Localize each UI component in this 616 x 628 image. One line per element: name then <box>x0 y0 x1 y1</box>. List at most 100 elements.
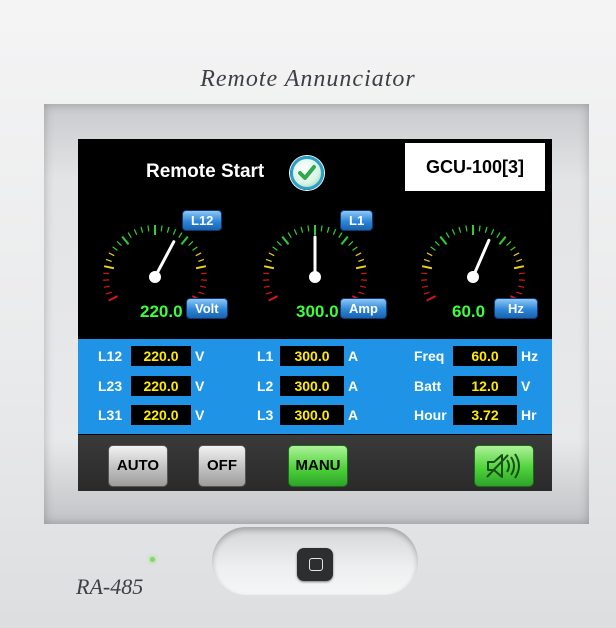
auto-button[interactable]: AUTO <box>108 445 168 487</box>
gauge-tick <box>272 246 278 251</box>
gauge-tick <box>307 225 310 232</box>
reading-value: 3.72 <box>453 405 517 425</box>
gauge-row: L12 220.0 Volt L1 300.0 Amp 60.0 Hz <box>78 207 552 325</box>
gauge-tick <box>513 265 525 270</box>
gauge-tick <box>263 265 275 270</box>
reading-label: L2 <box>257 378 274 394</box>
readings-panel: L12 220.0 V L23 220.0 V L31 220.0 V L1 3… <box>78 339 552 434</box>
gauge-tick <box>358 291 365 295</box>
reading-label: Hour <box>414 407 447 423</box>
gauge-tick <box>265 258 272 262</box>
reading-unit: Hz <box>521 348 539 364</box>
gauge-tick <box>517 285 525 288</box>
gauge-tick <box>195 265 207 270</box>
reading-label: L12 <box>98 348 123 364</box>
reading-label: L23 <box>98 378 123 394</box>
gauge-tick <box>496 232 501 238</box>
reading-unit: Hr <box>521 407 537 423</box>
gauge-tick <box>116 240 122 246</box>
gauge-hub <box>467 271 479 283</box>
controller-id-label: GCU-100[3] <box>405 143 545 191</box>
current-unit-button[interactable]: Amp <box>340 298 387 319</box>
gauge-tick <box>263 285 271 288</box>
gauge-tick <box>195 252 202 257</box>
gauge-tick <box>359 285 367 288</box>
home-button[interactable] <box>297 548 333 581</box>
gauge-tick <box>178 232 183 238</box>
gauge-tick <box>513 252 520 257</box>
reading-value: 220.0 <box>131 346 191 366</box>
gauge-tick <box>426 252 433 257</box>
gauge-tick <box>103 285 111 288</box>
gauge-tick <box>265 291 272 295</box>
frequency-unit-button[interactable]: Hz <box>494 298 538 319</box>
gauge-tick <box>199 285 207 288</box>
gauge-tick <box>276 240 282 246</box>
gauge-tick <box>498 235 507 245</box>
gauge-tick <box>108 252 115 257</box>
reading-unit: V <box>195 407 205 423</box>
gauge-tick <box>355 265 367 270</box>
gauge-tick <box>445 232 450 238</box>
display-screen: Remote Start GCU-100[3] L12 220.0 Volt L… <box>78 139 552 491</box>
gauge-tick <box>268 252 275 257</box>
gauge-tick <box>147 225 150 232</box>
gauge-needle <box>153 240 176 279</box>
gauge-tick <box>484 226 488 233</box>
gauge-tick <box>140 226 144 233</box>
gauge-tick <box>490 229 495 236</box>
gauge-tick <box>192 246 198 251</box>
reading-label: Batt <box>414 378 442 394</box>
voltage-gauge-value: 220.0 <box>140 302 183 321</box>
model-label: RA-485 <box>76 574 144 599</box>
power-led <box>150 557 155 562</box>
gauge-tick <box>320 225 323 232</box>
gauge-tick <box>423 291 430 295</box>
gauge-tick <box>340 235 349 245</box>
gauge-tick <box>355 252 362 257</box>
gauge-tick <box>478 225 481 232</box>
reading-label: Freq <box>414 348 445 364</box>
gauge-tick <box>188 240 194 246</box>
gauge-tick <box>516 258 523 262</box>
gauge-tick <box>121 235 130 245</box>
gauge-tick <box>172 229 177 236</box>
device-title: Remote Annunciator <box>200 66 416 92</box>
reading-unit: V <box>521 378 531 394</box>
gauge-tick <box>430 246 436 251</box>
gauge-hub <box>149 271 161 283</box>
gauge-tick <box>127 232 132 238</box>
gauge-tick <box>465 225 468 232</box>
gauge-tick <box>326 226 330 233</box>
mute-button[interactable] <box>474 445 534 487</box>
manu-button[interactable]: MANU <box>288 445 348 487</box>
gauge-tick <box>287 232 292 238</box>
reading-value: 220.0 <box>131 376 191 396</box>
reading-label: L31 <box>98 407 123 423</box>
current-gauge-value: 300.0 <box>296 302 339 321</box>
gauge-tick <box>108 295 119 302</box>
gauge-tick <box>103 265 115 270</box>
reading-unit: A <box>348 348 359 364</box>
gauge-tick <box>293 229 298 236</box>
check-icon <box>290 156 324 190</box>
gauge-tick <box>510 246 516 251</box>
off-button[interactable]: OFF <box>198 445 246 487</box>
gauge-hub <box>309 271 321 283</box>
reading-value: 220.0 <box>131 405 191 425</box>
speaker-mute-icon <box>486 453 520 479</box>
gauge-tick <box>133 229 138 236</box>
reading-label: L3 <box>257 407 274 423</box>
voltage-unit-button[interactable]: Volt <box>186 298 228 319</box>
reading-value: 60.0 <box>453 346 517 366</box>
gauge-tick <box>426 295 437 302</box>
reading-unit: V <box>195 378 205 394</box>
gauge-tick <box>300 226 304 233</box>
voltage-gauge-tag: L12 <box>182 210 223 231</box>
gauge-tick <box>160 225 163 232</box>
gauge-tick <box>434 240 440 246</box>
gauge-tick <box>352 246 358 251</box>
mode-button-bar: AUTO OFF MANU <box>78 435 552 491</box>
gauge-tick <box>338 232 343 238</box>
home-icon <box>309 558 323 571</box>
